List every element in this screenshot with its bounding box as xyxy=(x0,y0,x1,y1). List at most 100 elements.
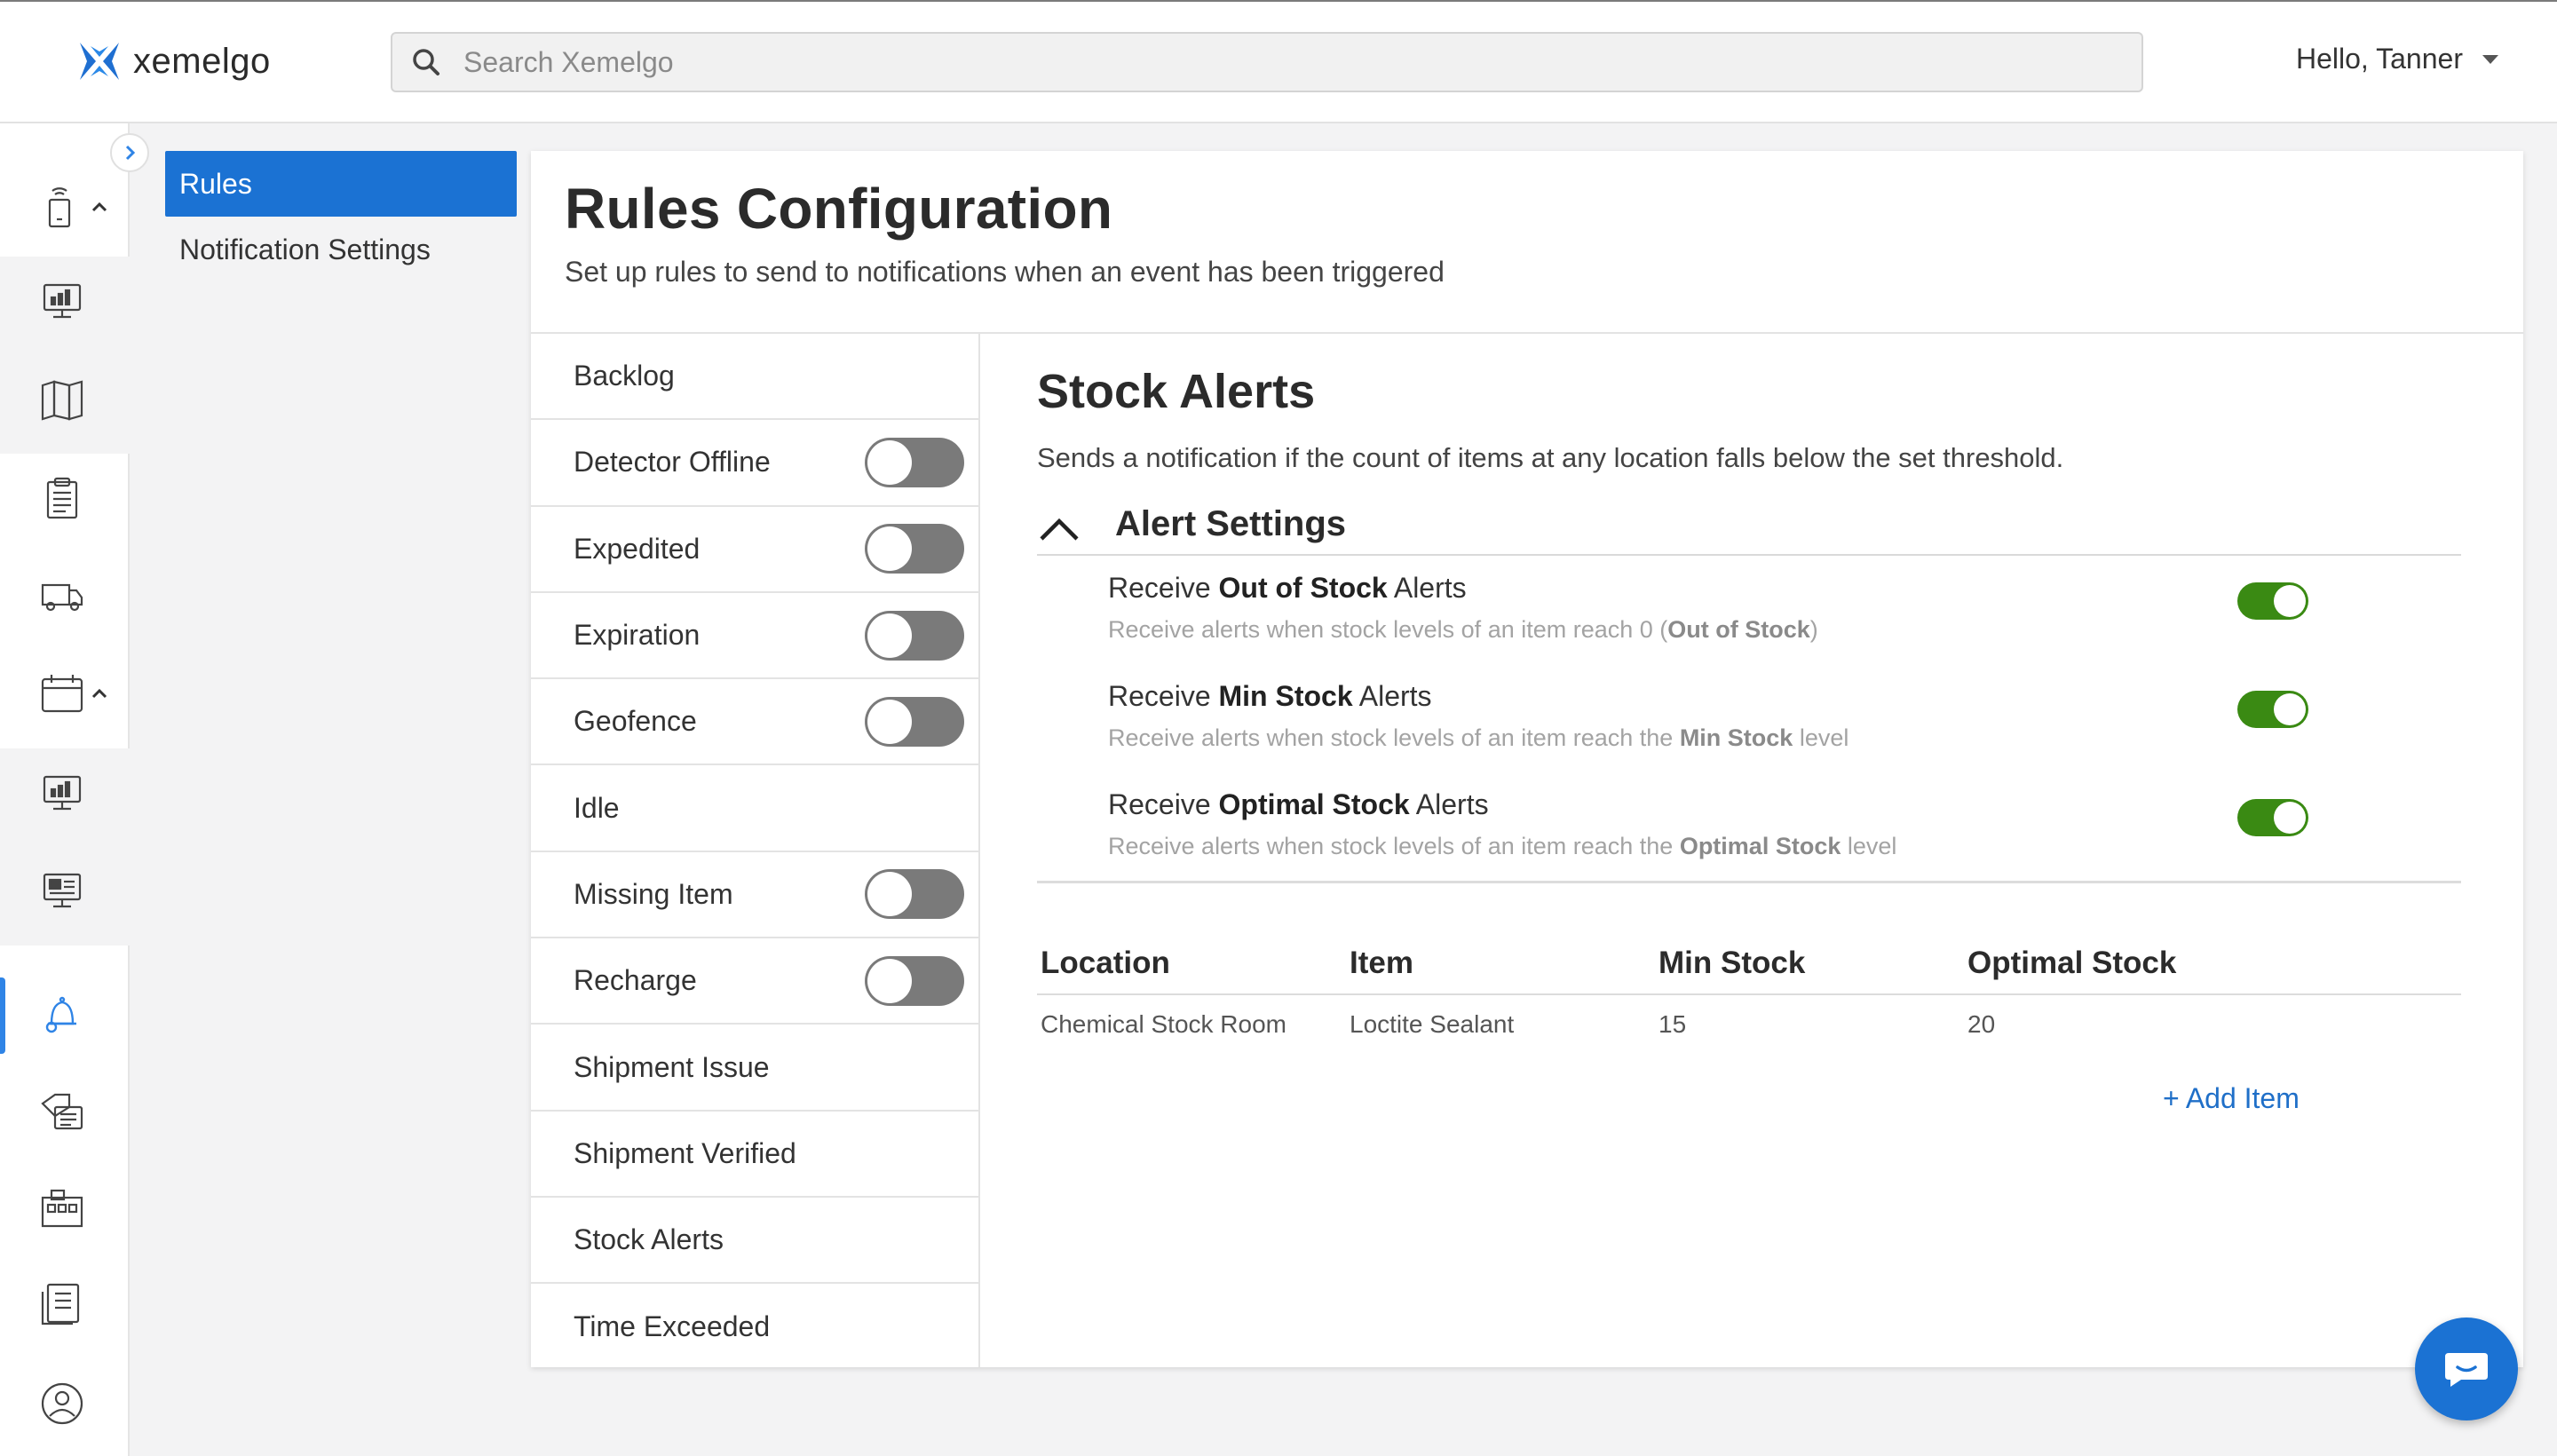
rule-item-time-exceeded[interactable]: Time Exceeded xyxy=(531,1284,978,1370)
building-icon xyxy=(41,1189,83,1228)
rail-item-inventory[interactable] xyxy=(0,1068,130,1157)
rule-label: Expiration xyxy=(574,619,701,652)
subnav-item-notification-settings[interactable]: Notification Settings xyxy=(165,217,517,282)
rule-toggle[interactable] xyxy=(865,696,964,747)
alert-setting-note: Receive alerts when stock levels of an i… xyxy=(1108,724,1849,751)
user-menu[interactable]: Hello, Tanner xyxy=(2296,43,2498,75)
settings-subnav: Rules Notification Settings xyxy=(165,151,517,282)
search-bar[interactable] xyxy=(391,32,2143,92)
column-header-item[interactable]: Item xyxy=(1346,946,1655,993)
rule-detail-description: Sends a notification if the count of ite… xyxy=(1037,442,2064,473)
monitor-chart-icon xyxy=(43,283,82,319)
rule-detail-panel: Stock Alerts Sends a notification if the… xyxy=(1037,334,2461,1115)
rule-item-backlog[interactable]: Backlog xyxy=(531,334,978,421)
rule-item-missing-item[interactable]: Missing Item xyxy=(531,852,978,939)
rail-item-facilities[interactable] xyxy=(0,1164,130,1253)
rule-toggle[interactable] xyxy=(865,610,964,661)
alert-setting-title: Receive Optimal Stock Alerts xyxy=(1108,788,1489,820)
brand-logo[interactable]: xemelgo xyxy=(78,41,271,82)
clipboard-icon xyxy=(46,477,78,519)
page-subtitle: Set up rules to send to notifications wh… xyxy=(565,256,1445,288)
cell-min-stock: 15 xyxy=(1658,1010,1687,1038)
rule-item-detector-offline[interactable]: Detector Offline xyxy=(531,420,978,507)
rule-toggle[interactable] xyxy=(865,955,964,1006)
alert-setting-optimal-stock: Receive Optimal Stock Alerts Receive ale… xyxy=(1037,772,2461,881)
alert-setting-title: Receive Out of Stock Alerts xyxy=(1108,572,1467,604)
user-greeting: Hello, Tanner xyxy=(2296,43,2463,75)
rule-item-expedited[interactable]: Expedited xyxy=(531,507,978,593)
rule-toggle[interactable] xyxy=(865,869,964,920)
column-header-location[interactable]: Location xyxy=(1037,946,1346,993)
rule-item-stock-alerts[interactable]: Stock Alerts xyxy=(531,1198,978,1285)
column-header-optimal-stock[interactable]: Optimal Stock xyxy=(1964,946,2273,993)
chevron-up-icon xyxy=(91,688,107,699)
rule-label: Backlog xyxy=(574,360,675,392)
chevron-up-icon xyxy=(1040,518,1079,541)
alert-settings-list: Receive Out of Stock Alerts Receive aler… xyxy=(1037,556,2461,883)
device-signal-icon xyxy=(48,187,71,228)
chevron-right-icon xyxy=(125,145,136,161)
rule-detail-title: Stock Alerts xyxy=(1037,365,1316,418)
rule-toggle[interactable] xyxy=(865,437,964,487)
monitor-dashboard-icon xyxy=(43,873,82,908)
rule-item-expiration[interactable]: Expiration xyxy=(531,593,978,680)
rules-list: Backlog Detector Offline Expedited Expir… xyxy=(531,334,980,1367)
rule-item-shipment-issue[interactable]: Shipment Issue xyxy=(531,1025,978,1112)
alert-settings-header[interactable]: Alert Settings xyxy=(1037,501,2461,556)
rule-label: Geofence xyxy=(574,705,697,738)
chevron-up-icon xyxy=(91,202,107,212)
stock-threshold-table: Location Item Min Stock Optimal Stock Ch… xyxy=(1037,946,2461,1115)
alert-setting-min-stock: Receive Min Stock Alerts Receive alerts … xyxy=(1037,664,2461,772)
top-bar: xemelgo Hello, Tanner xyxy=(0,0,2557,123)
rail-item-map[interactable] xyxy=(0,355,130,444)
rule-label: Idle xyxy=(574,791,620,824)
card-header: Rules Configuration Set up rules to send… xyxy=(531,151,2523,334)
alert-settings-label: Alert Settings xyxy=(1115,504,1347,543)
rail-item-tasks[interactable] xyxy=(0,454,130,542)
search-icon xyxy=(413,49,439,75)
chat-icon xyxy=(2445,1353,2488,1387)
chat-widget-button[interactable] xyxy=(2415,1318,2518,1420)
table-row[interactable]: Chemical Stock Room Loctite Sealant 15 2… xyxy=(1037,995,2461,1054)
calendar-icon xyxy=(41,675,83,713)
alert-toggle[interactable] xyxy=(2237,799,2308,836)
left-rail xyxy=(0,123,130,1456)
rail-item-analytics[interactable] xyxy=(0,846,130,935)
rail-item-documents[interactable] xyxy=(0,1260,130,1349)
rule-item-shipment-verified[interactable]: Shipment Verified xyxy=(531,1112,978,1198)
add-item-button[interactable]: + Add Item xyxy=(2163,1082,2461,1115)
alert-setting-note: Receive alerts when stock levels of an i… xyxy=(1108,833,1897,859)
rail-item-alerts[interactable] xyxy=(0,970,130,1059)
rule-label: Stock Alerts xyxy=(574,1223,724,1256)
rail-item-reports[interactable] xyxy=(0,748,130,837)
cell-location: Chemical Stock Room xyxy=(1041,1010,1286,1038)
column-header-min-stock[interactable]: Min Stock xyxy=(1655,946,1964,993)
rail-item-shipments[interactable] xyxy=(0,551,130,640)
map-icon xyxy=(41,380,83,421)
rail-expand-button[interactable] xyxy=(110,133,149,172)
rule-item-recharge[interactable]: Recharge xyxy=(531,938,978,1025)
document-list-icon xyxy=(41,1283,80,1325)
rule-toggle[interactable] xyxy=(865,524,964,574)
chevron-down-icon xyxy=(2482,54,2498,64)
user-circle-icon xyxy=(41,1382,83,1425)
subnav-item-rules[interactable]: Rules xyxy=(165,151,517,217)
rule-item-idle[interactable]: Idle xyxy=(531,765,978,852)
alert-setting-note: Receive alerts when stock levels of an i… xyxy=(1108,616,1818,643)
rail-item-schedule[interactable] xyxy=(0,649,130,738)
cell-optimal-stock: 20 xyxy=(1967,1010,1996,1038)
alert-toggle[interactable] xyxy=(2237,691,2308,728)
rule-item-geofence[interactable]: Geofence xyxy=(531,679,978,766)
rule-label: Missing Item xyxy=(574,877,733,910)
rail-item-profile[interactable] xyxy=(0,1359,130,1448)
rail-item-devices[interactable] xyxy=(0,162,130,251)
rule-label: Detector Offline xyxy=(574,446,771,479)
search-input[interactable] xyxy=(463,45,2062,79)
rail-item-dashboard[interactable] xyxy=(0,257,130,345)
rule-label: Time Exceeded xyxy=(574,1310,771,1343)
brand-name: xemelgo xyxy=(133,41,271,81)
alert-toggle[interactable] xyxy=(2237,582,2308,620)
rule-label: Expedited xyxy=(574,532,701,565)
rule-label: Recharge xyxy=(574,964,697,997)
table-header: Location Item Min Stock Optimal Stock xyxy=(1037,946,2461,995)
